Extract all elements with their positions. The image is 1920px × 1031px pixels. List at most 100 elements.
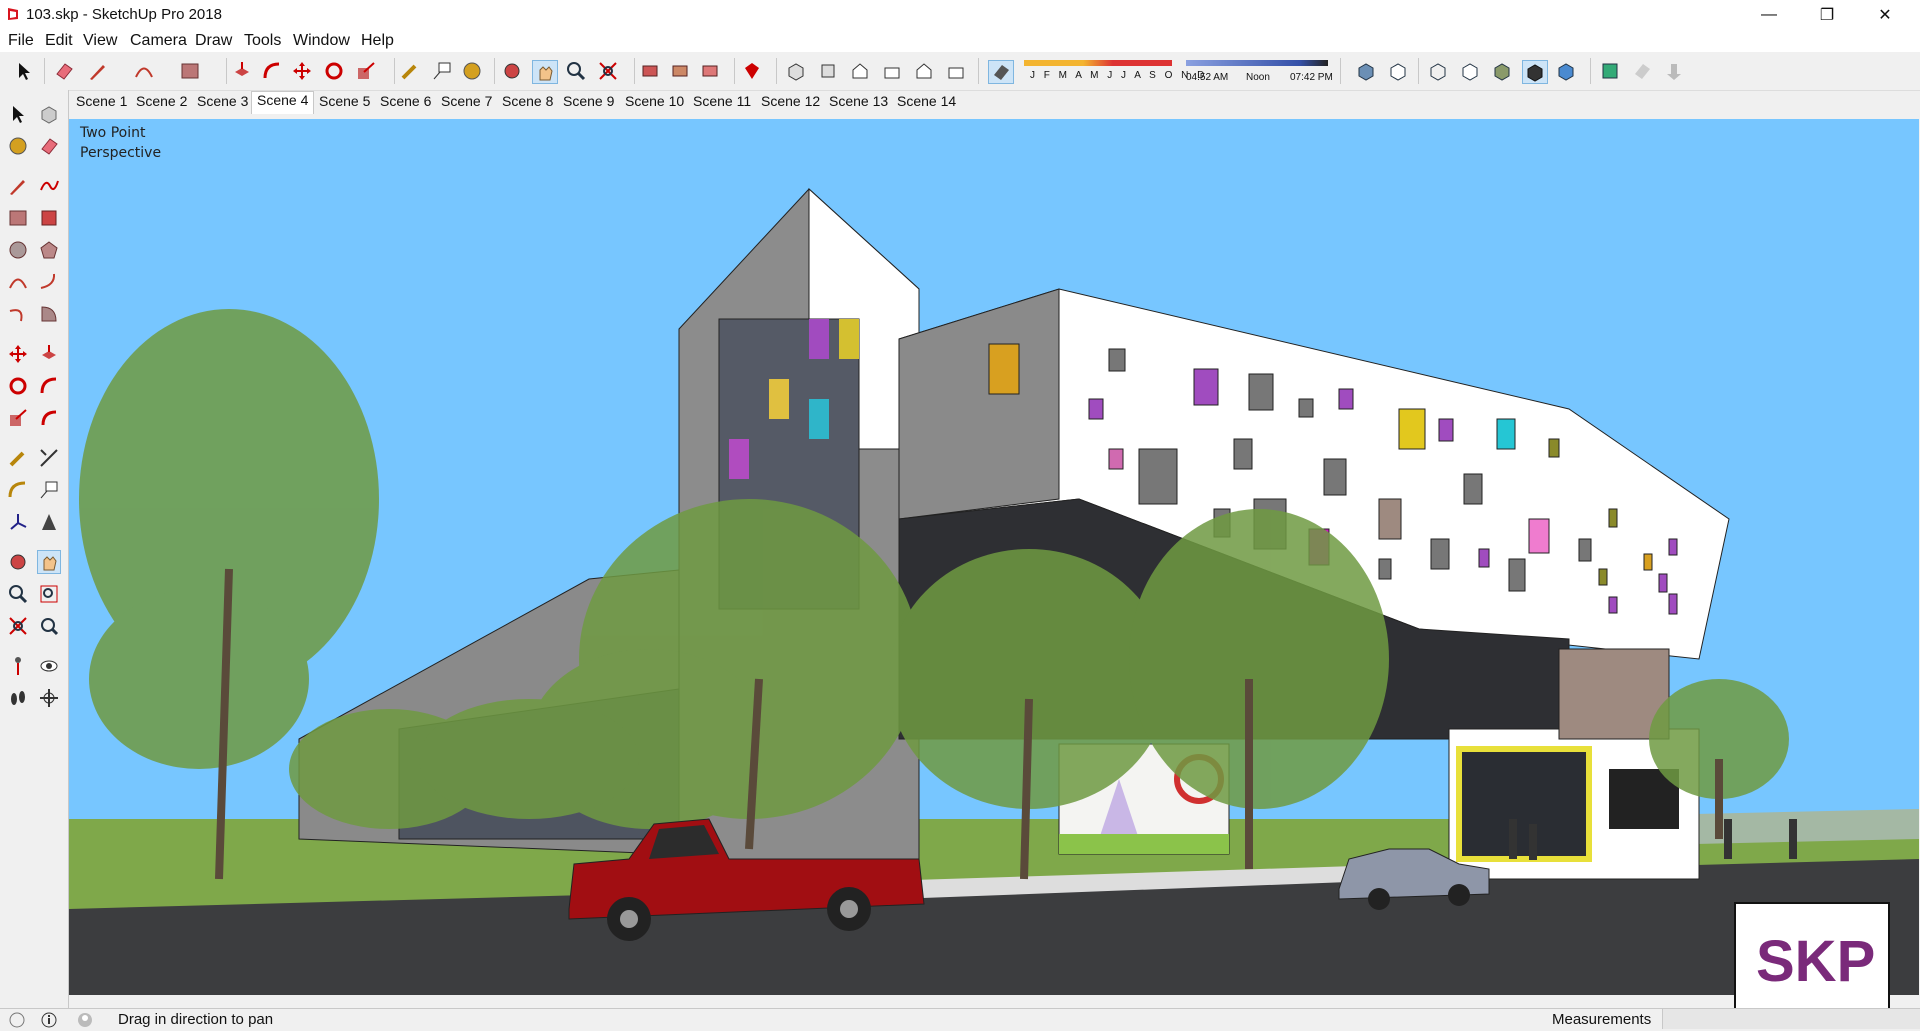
menu-view[interactable]: View bbox=[83, 32, 117, 50]
iso-view-icon[interactable] bbox=[784, 60, 808, 82]
paint-icon[interactable] bbox=[460, 60, 484, 82]
tab-scene-13[interactable]: Scene 13 bbox=[829, 93, 888, 113]
pie-icon[interactable] bbox=[37, 302, 61, 326]
tab-scene-14[interactable]: Scene 14 bbox=[897, 93, 956, 113]
model-viewport[interactable]: Two Point Perspective bbox=[69, 119, 1919, 995]
shaded-icon[interactable] bbox=[1490, 60, 1514, 82]
menu-help[interactable]: Help bbox=[361, 32, 394, 50]
rotate-icon[interactable] bbox=[322, 60, 346, 82]
components-icon[interactable] bbox=[638, 60, 662, 82]
time-slider[interactable] bbox=[1186, 60, 1328, 66]
menu-camera[interactable]: Camera bbox=[130, 32, 187, 50]
position-camera-icon[interactable] bbox=[6, 654, 30, 678]
pushpull-icon[interactable] bbox=[230, 60, 254, 82]
right-view-icon[interactable] bbox=[880, 60, 904, 82]
line-icon[interactable] bbox=[6, 174, 30, 198]
look-around-icon[interactable] bbox=[37, 654, 61, 678]
zoom-icon[interactable] bbox=[564, 60, 588, 82]
arc-icon[interactable] bbox=[132, 60, 156, 82]
section-fill-icon[interactable] bbox=[1662, 60, 1686, 82]
three-point-arc-icon[interactable] bbox=[6, 302, 30, 326]
offset-icon[interactable] bbox=[37, 406, 61, 430]
maximize-button[interactable]: ❐ bbox=[1798, 0, 1856, 30]
menu-tools[interactable]: Tools bbox=[244, 32, 281, 50]
section-plane-icon[interactable] bbox=[37, 686, 61, 710]
menu-edit[interactable]: Edit bbox=[45, 32, 73, 50]
xray-icon[interactable] bbox=[1354, 60, 1378, 82]
tab-scene-3[interactable]: Scene 3 bbox=[197, 93, 248, 113]
tab-scene-9[interactable]: Scene 9 bbox=[563, 93, 614, 113]
tab-scene-1[interactable]: Scene 1 bbox=[76, 93, 127, 113]
move-icon[interactable] bbox=[6, 342, 30, 366]
zoom-extents-icon[interactable] bbox=[596, 60, 620, 82]
circle-icon[interactable] bbox=[6, 238, 30, 262]
back-view-icon[interactable] bbox=[912, 60, 936, 82]
minimize-button[interactable]: — bbox=[1740, 0, 1798, 30]
select-icon[interactable] bbox=[6, 102, 30, 126]
tab-scene-12[interactable]: Scene 12 bbox=[761, 93, 820, 113]
extension-icon[interactable] bbox=[698, 60, 722, 82]
freehand-icon[interactable] bbox=[37, 174, 61, 198]
axes-icon[interactable] bbox=[6, 510, 30, 534]
pushpull-icon[interactable] bbox=[37, 342, 61, 366]
tab-scene-4[interactable]: Scene 4 bbox=[251, 91, 315, 114]
ruby-icon[interactable] bbox=[740, 60, 764, 82]
top-view-icon[interactable] bbox=[816, 60, 840, 82]
arc-icon[interactable] bbox=[6, 270, 30, 294]
zoom-window-icon[interactable] bbox=[37, 582, 61, 606]
dimension-icon[interactable] bbox=[37, 446, 61, 470]
zoom-extents-icon[interactable] bbox=[6, 614, 30, 638]
tape-icon[interactable] bbox=[398, 60, 422, 82]
rotated-rectangle-icon[interactable] bbox=[37, 206, 61, 230]
polygon-icon[interactable] bbox=[37, 238, 61, 262]
orbit-icon[interactable] bbox=[6, 550, 30, 574]
pencil-icon[interactable] bbox=[86, 60, 110, 82]
rotate-icon[interactable] bbox=[6, 374, 30, 398]
followme-icon[interactable] bbox=[260, 60, 284, 82]
geo-location-icon[interactable] bbox=[8, 1011, 26, 1029]
shaded-textures-icon[interactable] bbox=[1522, 60, 1548, 84]
tab-scene-7[interactable]: Scene 7 bbox=[441, 93, 492, 113]
text-icon[interactable] bbox=[37, 478, 61, 502]
make-component-icon[interactable] bbox=[37, 102, 61, 126]
month-slider[interactable] bbox=[1024, 60, 1172, 66]
rectangle-icon[interactable] bbox=[6, 206, 30, 230]
previous-view-icon[interactable] bbox=[37, 614, 61, 638]
orbit-icon[interactable] bbox=[500, 60, 524, 82]
menu-file[interactable]: File bbox=[8, 32, 34, 50]
front-view-icon[interactable] bbox=[848, 60, 872, 82]
scale-icon[interactable] bbox=[6, 406, 30, 430]
text-icon[interactable] bbox=[430, 60, 454, 82]
hidden-line-icon[interactable] bbox=[1458, 60, 1482, 82]
walk-icon[interactable] bbox=[6, 686, 30, 710]
tab-scene-6[interactable]: Scene 6 bbox=[380, 93, 431, 113]
left-view-icon[interactable] bbox=[944, 60, 968, 82]
menu-draw[interactable]: Draw bbox=[195, 32, 232, 50]
zoom-icon[interactable] bbox=[6, 582, 30, 606]
pan-icon[interactable] bbox=[37, 550, 61, 574]
tab-scene-11[interactable]: Scene 11 bbox=[693, 93, 751, 113]
menu-window[interactable]: Window bbox=[293, 32, 350, 50]
3d-text-icon[interactable] bbox=[37, 510, 61, 534]
user-icon[interactable] bbox=[76, 1011, 94, 1029]
move-icon[interactable] bbox=[290, 60, 314, 82]
eraser-icon[interactable] bbox=[37, 134, 61, 158]
shadow-toggle-icon[interactable] bbox=[988, 60, 1014, 84]
section-plane-icon[interactable] bbox=[1598, 60, 1622, 82]
followme-icon[interactable] bbox=[37, 374, 61, 398]
protractor-icon[interactable] bbox=[6, 478, 30, 502]
warehouse-icon[interactable] bbox=[668, 60, 692, 82]
pan-icon[interactable] bbox=[532, 60, 558, 84]
rectangle-icon[interactable] bbox=[178, 60, 202, 82]
section-cut-icon[interactable] bbox=[1630, 60, 1654, 82]
tape-icon[interactable] bbox=[6, 446, 30, 470]
monochrome-icon[interactable] bbox=[1554, 60, 1578, 82]
info-icon[interactable] bbox=[40, 1011, 58, 1029]
scale-icon[interactable] bbox=[354, 60, 378, 82]
close-button[interactable]: ✕ bbox=[1856, 0, 1914, 30]
tab-scene-8[interactable]: Scene 8 bbox=[502, 93, 553, 113]
tab-scene-10[interactable]: Scene 10 bbox=[625, 93, 684, 113]
tab-scene-2[interactable]: Scene 2 bbox=[136, 93, 187, 113]
tab-scene-5[interactable]: Scene 5 bbox=[319, 93, 370, 113]
back-edges-icon[interactable] bbox=[1386, 60, 1410, 82]
